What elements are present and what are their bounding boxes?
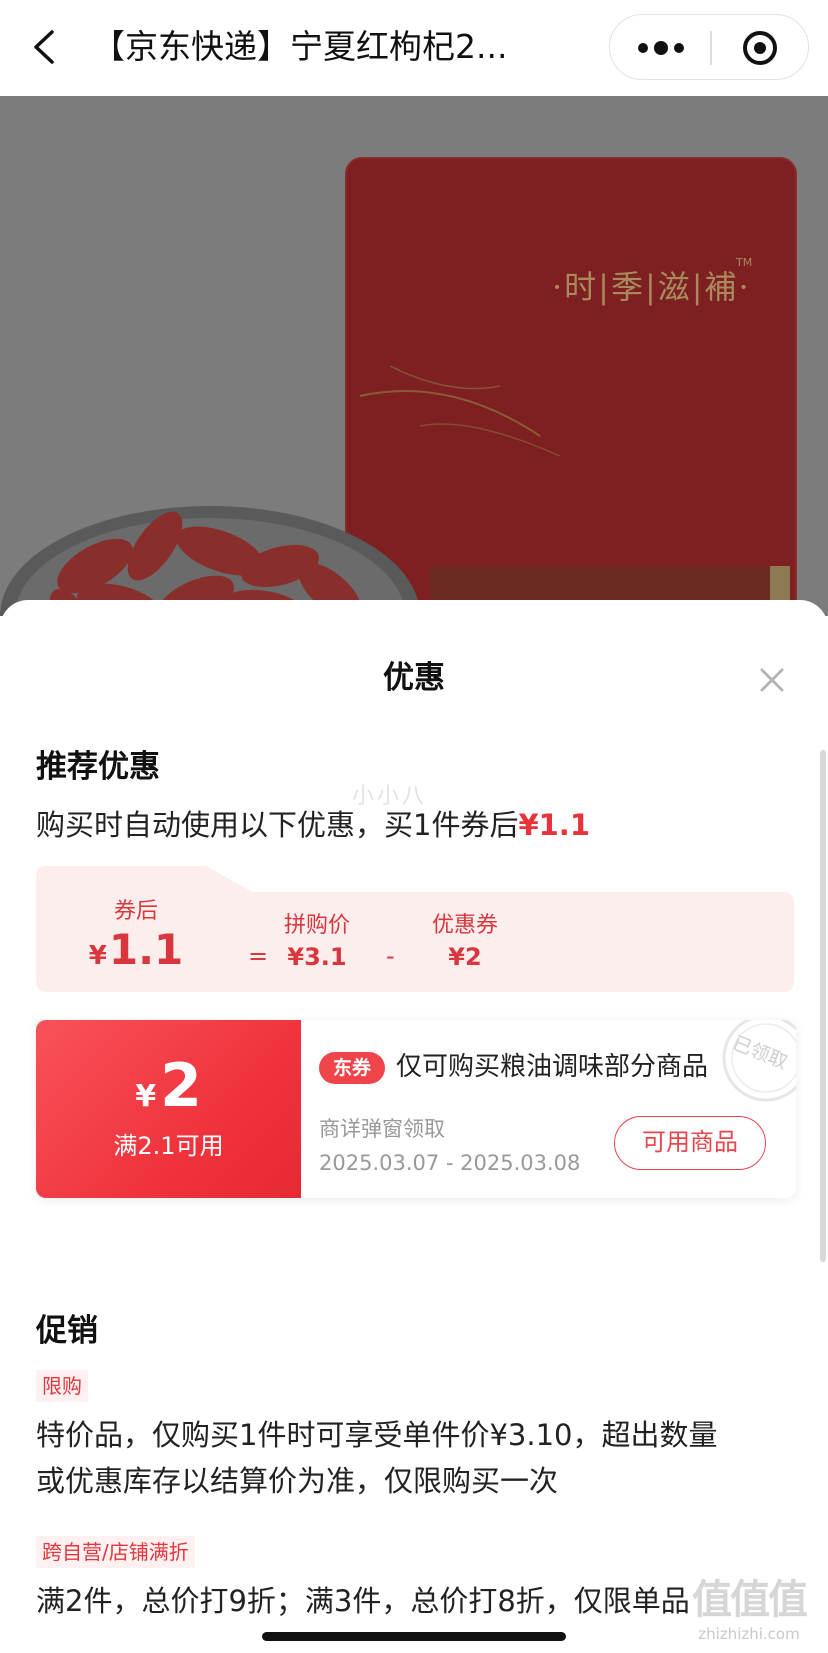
coupon-condition: 满2.1可用 bbox=[113, 1132, 224, 1160]
product-image: ·时|季|滋|補· TM bbox=[0, 96, 828, 616]
promotion-heading: 促销 bbox=[36, 1313, 98, 1349]
calc-coupon-amount: 优惠券 ¥2 bbox=[420, 912, 510, 974]
package-brand-text: ·时|季|滋|補· bbox=[552, 268, 751, 306]
coupon-validity-dates: 2025.03.07 - 2025.03.08 bbox=[319, 1151, 581, 1175]
eligible-products-button[interactable]: 可用商品 bbox=[614, 1116, 766, 1170]
page-title: 【京东快递】宁夏红枸杞2... bbox=[92, 27, 508, 66]
calc-group-price: 拼购价 ¥3.1 bbox=[272, 912, 362, 974]
home-indicator bbox=[262, 1632, 566, 1641]
calc-after-coupon: 券后 ¥1.1 bbox=[86, 898, 186, 980]
calc-coupon-label: 优惠券 bbox=[431, 913, 498, 938]
sheet-close-button[interactable] bbox=[752, 660, 792, 700]
calc-box-tab bbox=[36, 866, 256, 894]
calc-equals: = bbox=[248, 942, 269, 970]
discount-bottom-sheet: 优惠 推荐优惠 小小八 购买时自动使用以下优惠，买1件券后¥1.1 券后 ¥1.… bbox=[0, 600, 828, 1653]
close-icon bbox=[760, 668, 784, 692]
claimed-stamp: 已领取 bbox=[712, 1020, 796, 1116]
promo-tag-limited: 限购 bbox=[36, 1370, 88, 1402]
recommended-heading: 推荐优惠 bbox=[36, 749, 160, 785]
sheet-title: 优惠 bbox=[383, 660, 445, 696]
auto-apply-description: 购买时自动使用以下优惠，买1件券后¥1.1 bbox=[36, 804, 590, 846]
scrollbar[interactable] bbox=[820, 750, 826, 1262]
back-button[interactable] bbox=[24, 22, 68, 72]
promo-tag-multi-discount: 跨自营/店铺满折 bbox=[36, 1536, 195, 1568]
calc-coupon-value: ¥2 bbox=[448, 943, 482, 971]
auto-apply-price: ¥1.1 bbox=[518, 808, 591, 842]
site-logo-brand: 值值值 bbox=[692, 1577, 808, 1623]
coupon-card[interactable]: ¥2 满2.1可用 东券 仅可购买粮油调味部分商品 商详弹窗领取 2025.03… bbox=[36, 1020, 796, 1198]
mini-program-capsule bbox=[609, 14, 809, 80]
site-logo-url: zhizhizhi.com bbox=[698, 1625, 800, 1643]
coupon-value-panel: ¥2 满2.1可用 bbox=[36, 1020, 301, 1198]
auto-apply-text: 购买时自动使用以下优惠，买1件券后 bbox=[36, 808, 519, 842]
more-dots-icon bbox=[638, 41, 684, 55]
target-circle-icon bbox=[743, 31, 777, 65]
coupon-type-badge: 东券 bbox=[319, 1052, 385, 1084]
coupon-amount: ¥2 bbox=[135, 1051, 202, 1121]
coupon-description: 仅可购买粮油调味部分商品 bbox=[396, 1052, 709, 1082]
calc-group-value: ¥3.1 bbox=[287, 943, 347, 971]
promo-limited-line1: 特价品，仅购买1件时可享受单件价¥3.10，超出数量 bbox=[36, 1418, 718, 1452]
calc-minus: - bbox=[386, 942, 395, 970]
close-mini-program-button[interactable] bbox=[711, 15, 810, 81]
price-calculation-box: 券后 ¥1.1 = 拼购价 ¥3.1 - 优惠券 ¥2 bbox=[36, 892, 794, 992]
promo-limited-line2: 或优惠库存以结算价为准，仅限购买一次 bbox=[36, 1464, 559, 1498]
goji-package-illustration bbox=[0, 157, 797, 616]
promo-discount-line1: 满2件，总价打9折；满3件，总价打8折，仅限单品 bbox=[36, 1584, 690, 1618]
chevron-left-icon bbox=[34, 30, 54, 64]
site-watermark-logo: 值值值 zhizhizhi.com bbox=[684, 1576, 814, 1646]
coupon-source: 商详弹窗领取 bbox=[319, 1117, 445, 1141]
calc-after-value: ¥1.1 bbox=[88, 925, 184, 974]
package-trademark: TM bbox=[736, 256, 753, 269]
navigation-bar: 【京东快递】宁夏红枸杞2... bbox=[0, 0, 828, 96]
more-button[interactable] bbox=[610, 15, 710, 81]
calc-after-label: 券后 bbox=[113, 899, 158, 924]
calc-group-label: 拼购价 bbox=[283, 913, 350, 938]
